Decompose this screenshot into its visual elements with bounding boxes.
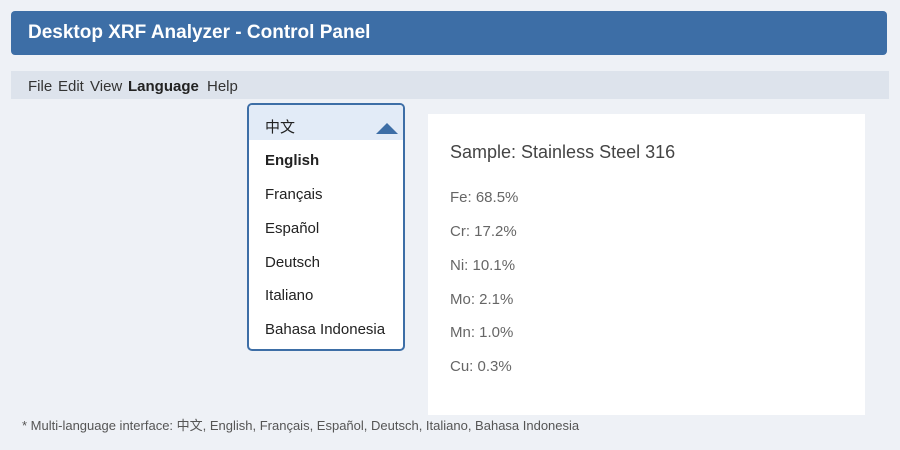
footnote: * Multi-language interface: 中文, English,…	[22, 418, 580, 433]
menu-file[interactable]: File	[28, 78, 52, 95]
menu-edit[interactable]: Edit	[58, 78, 84, 95]
language-option-deutsch[interactable]: Deutsch	[265, 254, 320, 271]
language-dropdown[interactable]: 中文 English Français Español Deutsch Ital…	[247, 103, 405, 351]
element-value-ni: Ni: 10.1%	[450, 257, 516, 274]
language-option-bahasa-indonesia[interactable]: Bahasa Indonesia	[265, 321, 385, 338]
menu-language[interactable]: Language	[128, 78, 199, 95]
window-title: Desktop XRF Analyzer - Control Panel	[28, 22, 371, 43]
menu-view[interactable]: View	[90, 78, 122, 95]
menu-help[interactable]: Help	[207, 78, 238, 95]
title-bar: Desktop XRF Analyzer - Control Panel	[11, 11, 887, 55]
language-option-francais[interactable]: Français	[265, 186, 323, 203]
app-window: Desktop XRF Analyzer - Control Panel Fil…	[0, 0, 900, 450]
caret-up-icon[interactable]	[376, 123, 398, 134]
element-value-cu: Cu: 0.3%	[450, 358, 512, 375]
language-dropdown-current[interactable]: 中文	[249, 105, 403, 140]
language-current-label: 中文	[265, 118, 296, 136]
language-option-english[interactable]: English	[265, 152, 319, 169]
element-value-mn: Mn: 1.0%	[450, 324, 514, 341]
sample-title: Sample: Stainless Steel 316	[450, 142, 676, 162]
element-value-mo: Mo: 2.1%	[450, 291, 514, 308]
language-option-italiano[interactable]: Italiano	[265, 287, 313, 304]
menu-bar: File Edit View Language Help	[11, 71, 889, 99]
element-value-cr: Cr: 17.2%	[450, 223, 517, 240]
element-value-fe: Fe: 68.5%	[450, 189, 519, 206]
language-option-espanol[interactable]: Español	[265, 220, 319, 237]
sample-results-card: Sample: Stainless Steel 316 Fe: 68.5% Cr…	[428, 114, 865, 415]
